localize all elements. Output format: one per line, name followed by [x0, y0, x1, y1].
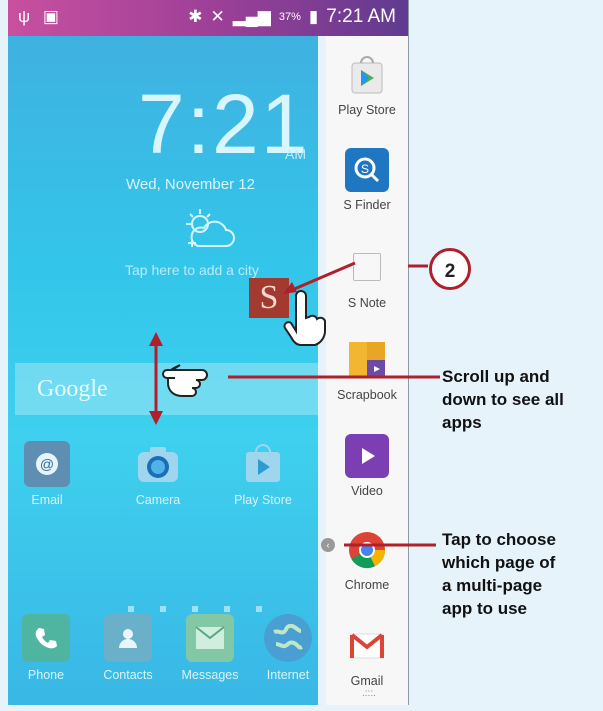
tray-app-label: Video — [351, 484, 383, 498]
page-dot[interactable] — [192, 606, 198, 612]
play-store-icon — [240, 441, 286, 487]
tray-app-label: Chrome — [344, 578, 390, 592]
dragged-app-letter: S — [259, 279, 279, 316]
camera-icon — [135, 441, 181, 487]
play-store-icon — [345, 53, 389, 97]
page-dot[interactable] — [256, 606, 262, 612]
mute-icon: ✕ — [210, 7, 225, 26]
tray-app-video[interactable]: Video — [326, 434, 408, 498]
clock-ampm: AM — [285, 146, 306, 162]
messages-icon — [186, 614, 234, 662]
bluetooth-icon: ✱ — [188, 7, 203, 26]
tray-app-label: S Note — [347, 296, 387, 310]
add-city-link[interactable]: Tap here to add a city — [125, 262, 259, 278]
tray-app-label: Gmail — [350, 674, 384, 688]
internet-icon — [264, 614, 312, 662]
svg-text:@: @ — [40, 456, 54, 472]
google-search-bar[interactable]: Google — [15, 363, 318, 415]
clock-time: 7:21 — [138, 77, 310, 171]
dock-app-label: Internet — [266, 668, 310, 682]
dock-app-label: Contacts — [103, 668, 153, 682]
clock-date: Wed, November 12 — [126, 176, 255, 193]
dock-app-phone[interactable]: Phone — [14, 614, 78, 682]
battery-icon: ▮ — [308, 7, 319, 26]
tray-app-gmail[interactable]: Gmail — [326, 624, 408, 688]
dock-app-contacts[interactable]: Contacts — [96, 614, 160, 682]
home-app-label: Play Store — [234, 493, 292, 507]
callout-line-text: Tap to choose — [442, 530, 556, 549]
callout-line-text: which page of — [442, 553, 556, 572]
status-time: 7:21 AM — [326, 6, 396, 27]
dock-app-label: Phone — [27, 668, 65, 682]
tray-app-chrome[interactable]: Chrome — [326, 528, 408, 592]
step-number-badge: 2 — [429, 248, 471, 290]
video-icon — [345, 434, 389, 478]
email-icon: @ — [24, 441, 70, 487]
notification-icon: ▣ — [42, 7, 59, 26]
dock-app-label: Messages — [181, 668, 239, 682]
tray-app-label: S Finder — [343, 198, 391, 212]
scrapbook-icon — [345, 338, 389, 382]
tray-app-scrapbook[interactable]: Scrapbook — [326, 338, 408, 402]
home-app-play-store[interactable]: Play Store — [231, 441, 295, 507]
callout-line-text: Scroll up and — [442, 367, 550, 386]
callout-line-text: down to see all — [442, 390, 564, 409]
signal-icon: ▂▄▆ — [232, 7, 271, 26]
weather-icon[interactable] — [178, 206, 238, 252]
google-search-label: Google — [37, 376, 108, 402]
dock-app-internet[interactable]: Internet — [256, 614, 320, 682]
tray-grip-icon[interactable]: .:::. — [362, 688, 376, 699]
tray-app-play-store[interactable]: Play Store — [326, 53, 408, 117]
callout-line-text: app to use — [442, 599, 528, 618]
chrome-icon — [345, 528, 389, 572]
page-chooser-handle-icon[interactable]: ‹ — [321, 538, 335, 552]
tap-callout: Tap to choose which page of a multi-page… — [442, 528, 556, 620]
status-left-icons: ψ ▣ — [18, 7, 59, 27]
dock-app-messages[interactable]: Messages — [178, 614, 242, 682]
home-app-camera[interactable]: Camera — [126, 441, 190, 507]
page-dot[interactable] — [224, 606, 230, 612]
contacts-icon — [104, 614, 152, 662]
callout-line-text: a multi-page — [442, 576, 543, 595]
multi-window-tray[interactable]: Play Store S S Finder S Note Scrapbook V… — [326, 36, 408, 705]
gmail-icon — [345, 624, 389, 668]
s-note-placeholder-icon — [353, 253, 381, 281]
tray-app-s-finder[interactable]: S S Finder — [326, 148, 408, 212]
page-indicator[interactable] — [126, 606, 262, 650]
home-screen: 7:21 AM Wed, November 12 Tap here to add… — [8, 36, 318, 705]
page-dot[interactable] — [160, 606, 166, 612]
home-app-label: Email — [31, 493, 63, 507]
dragged-s-note-icon[interactable]: S — [249, 278, 289, 318]
usb-icon: ψ — [18, 7, 31, 26]
tray-app-label: Play Store — [338, 103, 396, 117]
status-bar: ψ ▣ ✱ ✕ ▂▄▆ 37% ▮ 7:21 AM — [8, 0, 408, 36]
tray-app-s-note[interactable]: S Note — [326, 244, 408, 310]
page-dot[interactable] — [128, 606, 134, 612]
scroll-callout: Scroll up and down to see all apps — [442, 365, 564, 434]
callout-line-text: apps — [442, 413, 482, 432]
tray-app-label: Scrapbook — [337, 388, 397, 402]
phone-icon — [22, 614, 70, 662]
home-app-label: Camera — [135, 493, 181, 507]
status-right: ✱ ✕ ▂▄▆ 37% ▮ 7:21 AM — [188, 6, 396, 28]
home-app-email[interactable]: @ Email — [15, 441, 79, 507]
s-finder-icon: S — [345, 148, 389, 192]
svg-text:S: S — [361, 162, 369, 176]
phone-screen: ψ ▣ ✱ ✕ ▂▄▆ 37% ▮ 7:21 AM 7:21 AM Wed, N… — [8, 0, 409, 705]
battery-percent: 37% — [278, 11, 301, 23]
